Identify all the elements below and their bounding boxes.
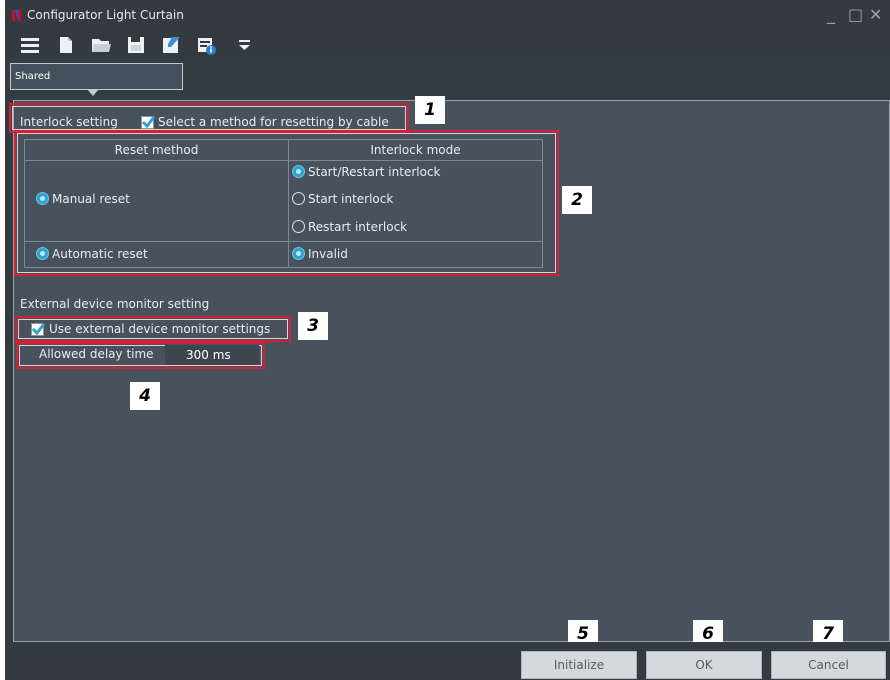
- ok-button[interactable]: OK: [646, 651, 762, 679]
- app-window: Configurator Light Curtain _ □ ✕ Shared …: [5, 0, 890, 680]
- save-icon[interactable]: [125, 34, 147, 56]
- window-title: Configurator Light Curtain: [27, 8, 184, 22]
- delay-time-input[interactable]: 300 ms: [165, 345, 259, 365]
- callout-number-4: 4: [130, 382, 160, 410]
- delay-time-label: Allowed delay time: [39, 347, 154, 361]
- invalid-radio[interactable]: [292, 247, 305, 260]
- column-header-interlock-mode: Interlock mode: [370, 143, 461, 157]
- start-restart-interlock-radio[interactable]: [292, 165, 305, 178]
- checkmark-icon: [31, 323, 46, 336]
- restart-interlock-label[interactable]: Restart interlock: [308, 220, 407, 234]
- external-monitor-heading: External device monitor setting: [20, 297, 210, 311]
- restart-interlock-radio[interactable]: [292, 220, 305, 233]
- external-monitor-checkbox[interactable]: [31, 323, 46, 336]
- close-button[interactable]: ✕: [869, 6, 882, 24]
- tab-pointer: [87, 89, 99, 96]
- tab-strip: Shared: [5, 58, 890, 100]
- menu-icon[interactable]: [19, 34, 41, 56]
- cable-reset-checkbox[interactable]: [141, 116, 156, 129]
- automatic-reset-label[interactable]: Automatic reset: [52, 247, 148, 261]
- start-interlock-radio[interactable]: [292, 192, 305, 205]
- info-icon[interactable]: [195, 34, 217, 56]
- cancel-button[interactable]: Cancel: [771, 651, 886, 679]
- initialize-button[interactable]: Initialize: [521, 651, 637, 679]
- tab-shared[interactable]: Shared: [10, 63, 183, 90]
- dropdown-arrow-icon[interactable]: [234, 34, 256, 56]
- app-logo-icon: [12, 10, 21, 21]
- tab-shared-label: Shared: [15, 71, 51, 82]
- external-monitor-label[interactable]: Use external device monitor settings: [49, 322, 270, 336]
- column-header-reset-method: Reset method: [114, 143, 199, 157]
- invalid-label[interactable]: Invalid: [308, 247, 348, 261]
- callout-number-2: 2: [562, 186, 592, 214]
- checkmark-icon: [141, 116, 156, 129]
- open-folder-icon[interactable]: [90, 34, 112, 56]
- edit-write-icon[interactable]: [160, 34, 182, 56]
- callout-number-3: 3: [298, 312, 328, 340]
- maximize-button[interactable]: □: [848, 6, 863, 24]
- start-restart-interlock-label[interactable]: Start/Restart interlock: [308, 165, 441, 179]
- minimize-button[interactable]: _: [827, 6, 835, 24]
- title-bar: Configurator Light Curtain _ □ ✕: [5, 0, 890, 32]
- new-file-icon[interactable]: [55, 34, 77, 56]
- toolbar: [5, 32, 890, 58]
- manual-reset-radio[interactable]: [36, 192, 49, 205]
- automatic-reset-radio[interactable]: [36, 247, 49, 260]
- start-interlock-label[interactable]: Start interlock: [308, 192, 393, 206]
- manual-reset-label[interactable]: Manual reset: [52, 192, 130, 206]
- interlock-heading: Interlock setting: [20, 115, 118, 129]
- callout-number-1: 1: [415, 96, 445, 124]
- cable-reset-label[interactable]: Select a method for resetting by cable: [158, 115, 389, 129]
